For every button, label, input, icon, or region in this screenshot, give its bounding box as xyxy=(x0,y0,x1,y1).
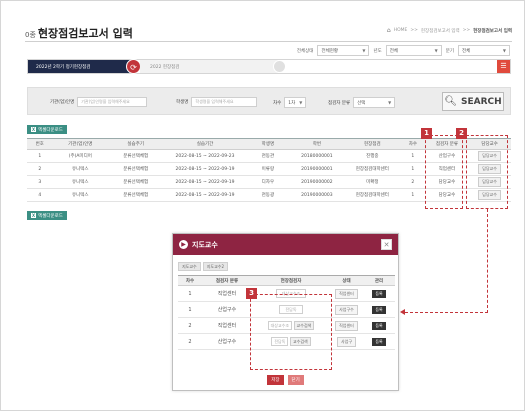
register-button[interactable]: 등록 xyxy=(372,337,386,346)
quarter-label: 분기 xyxy=(445,48,454,54)
col-header: 실습주기 xyxy=(108,138,164,150)
close-button[interactable]: ✕ xyxy=(381,239,392,250)
breadcrumb-current: 현장점검보고서 입력 xyxy=(473,28,512,34)
search-button[interactable]: 🔍︎ SEARCH xyxy=(442,92,504,111)
top-filter: 전체상태 전체현황 ▼ 년도 전체 ▼ 분기 전체 ▼ xyxy=(297,45,510,56)
period-toggle-icon[interactable] xyxy=(273,60,286,73)
excel-icon: X xyxy=(31,127,37,132)
col-header: 기관(업)인명 xyxy=(52,138,108,150)
period-next[interactable]: 2022 현장점검 xyxy=(140,60,278,73)
register-button[interactable]: 등록 xyxy=(372,289,386,298)
chevron-down-icon: ▼ xyxy=(434,48,438,53)
modal-tab[interactable]: 지도교수2 xyxy=(202,262,228,271)
page-title: 현장점검보고서 입력 xyxy=(37,27,133,40)
professor-modal: ▶ 지도교수 ✕ 지도교수 지도교수2 차수 점검자 분류 현장점검자 상태 관… xyxy=(172,233,399,391)
year-label: 년도 xyxy=(373,48,382,54)
marker-1: 1 xyxy=(421,128,432,139)
highlight-inspector-inputs xyxy=(250,294,332,370)
search-field-inspector-type: 점검자 분류 선택 ▼ xyxy=(328,97,396,108)
cancel-button[interactable]: 닫기 xyxy=(287,375,304,385)
refresh-icon[interactable]: ⟳ xyxy=(126,59,141,74)
period-active[interactable]: 2022년 2학기 정기현장점검 xyxy=(28,60,131,73)
search-field-institution: 기관(업)인명 기관(업)인명을 입력해주세요 xyxy=(50,97,148,107)
chevron-down-icon: ▼ xyxy=(362,48,366,53)
search-field-student: 학생명 학생명을 입력해주세요 xyxy=(176,97,258,107)
round-select[interactable]: 1차 ▼ xyxy=(284,97,307,108)
modal-tab[interactable]: 지도교수 xyxy=(178,262,201,271)
chevron-down-icon: ▼ xyxy=(502,48,506,53)
save-button[interactable]: 저장 xyxy=(267,375,284,385)
student-input[interactable]: 학생명을 입력해주세요 xyxy=(191,97,258,107)
inspector-type-select[interactable]: 선택 ▼ xyxy=(353,97,396,108)
col-header: 번호 xyxy=(27,138,53,150)
connector-line xyxy=(487,209,488,313)
excel-icon: X xyxy=(31,213,37,218)
modal-title: 지도교수 xyxy=(192,240,218,249)
marker-2: 2 xyxy=(456,128,467,139)
title-prefix: 0종 xyxy=(25,31,36,39)
status-button[interactable]: 사업구수 xyxy=(335,304,358,315)
period-bar: 2022년 2학기 정기현장점검 ⟳ 2022 현장점검 ☰ xyxy=(27,59,511,74)
status-label: 전체상태 xyxy=(296,48,314,54)
col-header: 학번 xyxy=(289,138,345,150)
menu-icon[interactable]: ☰ xyxy=(497,60,510,73)
highlight-professor-column xyxy=(466,135,508,209)
title-divider xyxy=(25,41,512,42)
search-field-round: 차수 1차 ▼ xyxy=(273,97,307,108)
col-header: 실습기간 xyxy=(163,138,247,150)
search-panel: 기관(업)인명 기관(업)인명을 입력해주세요 학생명 학생명을 입력해주세요 … xyxy=(27,87,511,115)
breadcrumb-parent[interactable]: 현장점검보고서 입력 xyxy=(421,28,460,34)
breadcrumb-home[interactable]: HOME xyxy=(394,28,408,33)
page-title-row: 0종 현장점검보고서 입력 xyxy=(25,25,133,41)
modal-footer: 저장 닫기 xyxy=(173,375,398,385)
institution-input[interactable]: 기관(업)인명을 입력해주세요 xyxy=(77,97,148,107)
register-button[interactable]: 등록 xyxy=(372,305,386,314)
connector-line xyxy=(405,312,488,313)
marker-3: 3 xyxy=(246,288,257,299)
search-icon: 🔍︎ xyxy=(444,96,458,107)
col-header: 차수 xyxy=(400,138,426,150)
excel-download-button-bottom[interactable]: X 엑셀다운로드 xyxy=(27,211,67,220)
col-header: 학생명 xyxy=(246,138,290,150)
status-button[interactable]: 사업구 xyxy=(336,336,357,347)
quarter-select[interactable]: 전체 ▼ xyxy=(458,45,510,56)
status-button[interactable]: 직업센터 xyxy=(335,320,358,331)
excel-download-button[interactable]: X 엑셀다운로드 xyxy=(27,125,67,134)
status-button[interactable]: 직업센터 xyxy=(335,288,358,299)
arrow-head-icon xyxy=(400,309,405,315)
register-button[interactable]: 등록 xyxy=(372,321,386,330)
modal-header-row: 차수 점검자 분류 현장점검자 상태 관리 xyxy=(178,275,395,286)
status-select[interactable]: 전체현황 ▼ xyxy=(317,45,370,56)
year-select[interactable]: 전체 ▼ xyxy=(385,45,442,56)
modal-tabs: 지도교수 지도교수2 xyxy=(178,262,228,271)
chevron-down-icon: ▼ xyxy=(388,100,392,105)
highlight-inspector-column xyxy=(425,135,463,209)
col-header: 현장점검 xyxy=(344,138,401,150)
home-icon[interactable]: ⌂ xyxy=(387,27,391,34)
page: 0종 현장점검보고서 입력 ⌂ HOME >> 현장점검보고서 입력 >> 현장… xyxy=(0,0,525,411)
arrow-right-icon: ▶ xyxy=(179,240,188,249)
breadcrumb: ⌂ HOME >> 현장점검보고서 입력 >> 현장점검보고서 입력 xyxy=(386,27,512,34)
chevron-down-icon: ▼ xyxy=(299,100,303,105)
modal-header: ▶ 지도교수 xyxy=(173,234,398,255)
